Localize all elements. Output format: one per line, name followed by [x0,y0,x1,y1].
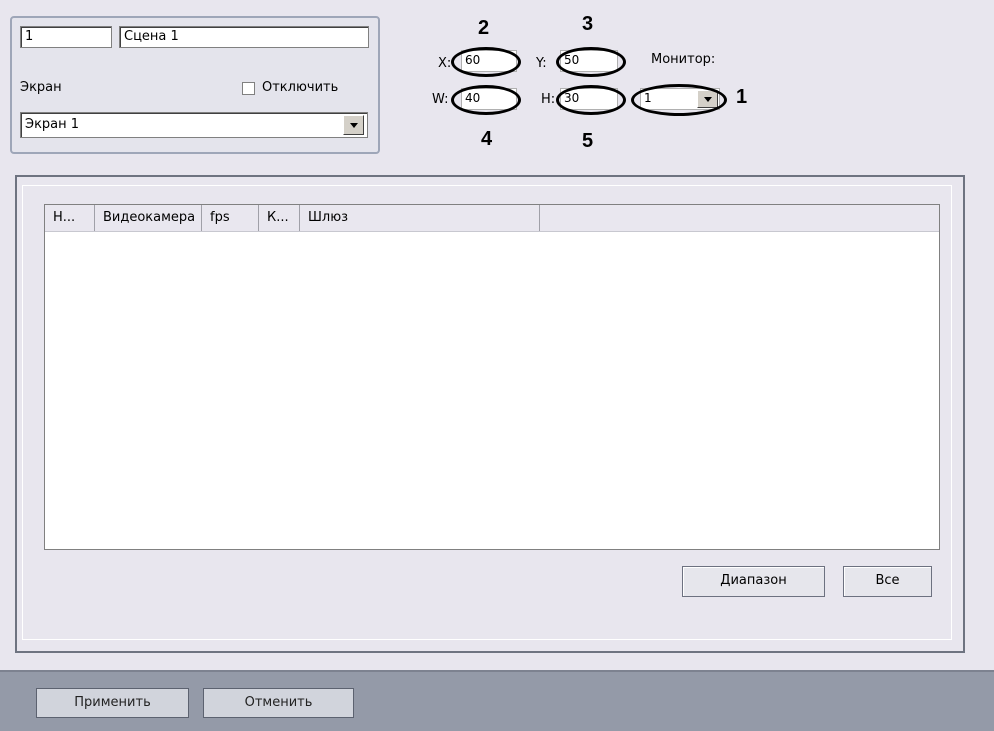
callout-number-1: 1 [736,86,748,108]
apply-button[interactable]: Применить [36,688,189,718]
callout-ellipse-h [556,85,626,115]
scene-number-field[interactable]: 1 [20,26,112,48]
callout-ellipse-y [556,47,626,77]
callout-number-4: 4 [481,128,493,150]
column-header-k[interactable]: К... [259,205,300,231]
column-header-gateway[interactable]: Шлюз [300,205,540,231]
x-label: X: [438,56,452,71]
camera-list-header: Н... Видеокамера fps К... Шлюз [45,205,939,232]
callout-number-5: 5 [582,130,594,152]
callout-ellipse-w [451,85,521,115]
callout-ellipse-monitor [631,84,727,116]
monitor-label: Монитор: [651,52,716,67]
h-label: H: [541,92,556,107]
column-header-fps[interactable]: fps [202,205,259,231]
screen-dropdown-button[interactable] [343,115,364,135]
screen-select-value: Экран 1 [25,117,80,132]
w-label: W: [432,92,449,107]
column-header-camera[interactable]: Видеокамера [95,205,202,231]
camera-list[interactable]: Н... Видеокамера fps К... Шлюз [44,204,940,550]
range-button[interactable]: Диапазон [682,566,825,597]
cropped-top-caption [0,0,994,6]
callout-ellipse-x [451,47,521,77]
callout-number-3: 3 [582,13,594,35]
scene-name-field[interactable]: Сцена 1 [119,26,369,48]
disable-label: Отключить [262,80,339,95]
screen-select[interactable]: Экран 1 [20,112,368,138]
y-label: Y: [536,56,547,71]
callout-number-2: 2 [478,17,490,39]
all-button[interactable]: Все [843,566,932,597]
cancel-button[interactable]: Отменить [203,688,354,718]
column-header-number[interactable]: Н... [45,205,95,231]
disable-checkbox[interactable] [242,82,255,95]
screen-label: Экран [20,80,62,95]
